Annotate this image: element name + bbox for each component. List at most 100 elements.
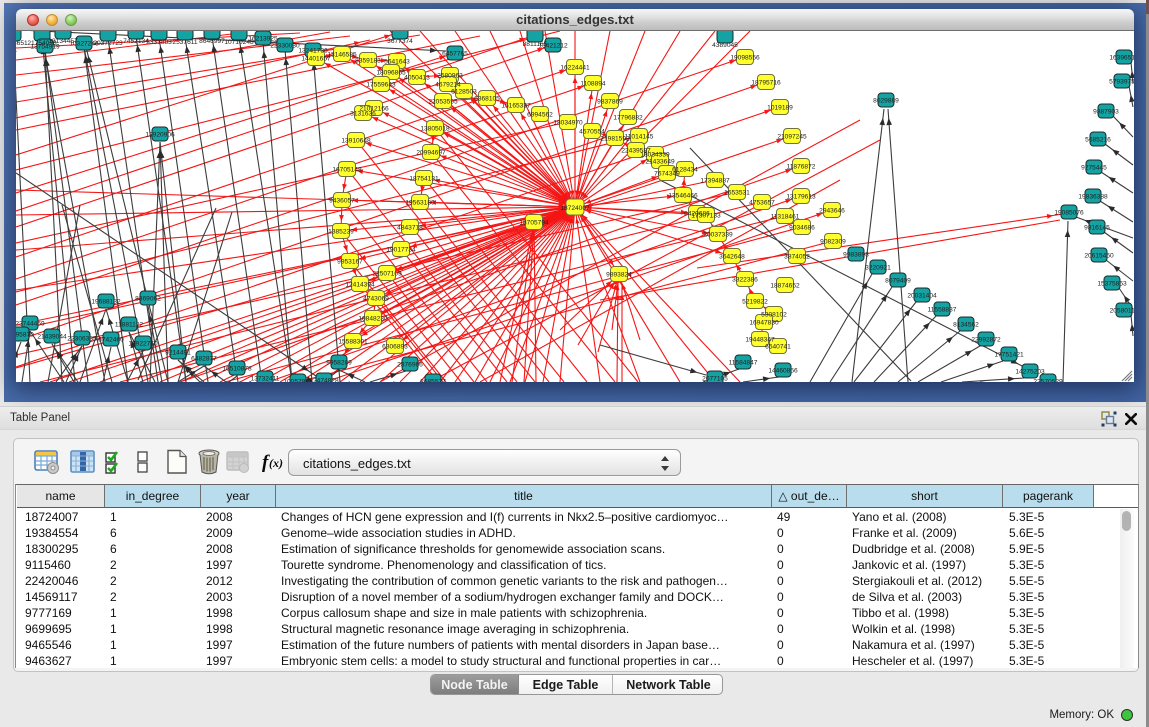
svg-text:4843718: 4843718 bbox=[397, 225, 423, 232]
svg-text:4743069: 4743069 bbox=[363, 296, 389, 303]
svg-text:3677374: 3677374 bbox=[387, 38, 413, 45]
svg-text:6540741: 6540741 bbox=[765, 344, 791, 351]
svg-text:9887903: 9887903 bbox=[1093, 109, 1119, 116]
svg-text:18705794: 18705794 bbox=[519, 220, 549, 227]
svg-text:13146585: 13146585 bbox=[327, 52, 357, 59]
svg-text:8134562: 8134562 bbox=[953, 322, 979, 329]
svg-text:18034970: 18034970 bbox=[553, 120, 583, 127]
svg-text:6457765: 6457765 bbox=[442, 51, 468, 58]
svg-text:15375853: 15375853 bbox=[1097, 281, 1127, 288]
svg-text:10327246: 10327246 bbox=[69, 41, 99, 48]
svg-text:11318461: 11318461 bbox=[771, 214, 800, 221]
svg-text:21439044: 21439044 bbox=[37, 334, 67, 341]
svg-text:16213925: 16213925 bbox=[248, 36, 278, 43]
svg-text:16396513: 16396513 bbox=[1109, 55, 1134, 62]
svg-text:19017734: 19017734 bbox=[386, 247, 416, 254]
svg-text:4679214: 4679214 bbox=[435, 82, 461, 89]
svg-text:22744459: 22744459 bbox=[16, 321, 45, 328]
svg-text:22330030: 22330030 bbox=[270, 43, 300, 50]
svg-text:13546466: 13546466 bbox=[668, 193, 698, 200]
svg-text:6482877: 6482877 bbox=[191, 356, 217, 363]
svg-text:20580115: 20580115 bbox=[1110, 308, 1134, 315]
svg-text:8646997: 8646997 bbox=[199, 38, 225, 45]
svg-text:2876966: 2876966 bbox=[397, 362, 423, 369]
svg-text:5308102: 5308102 bbox=[761, 312, 787, 319]
svg-text:13805018: 13805018 bbox=[420, 126, 450, 133]
svg-text:3220921: 3220921 bbox=[865, 265, 891, 272]
svg-text:18096865: 18096865 bbox=[376, 70, 406, 77]
svg-text:2077105: 2077105 bbox=[702, 376, 728, 383]
svg-text:6306893: 6306893 bbox=[382, 344, 408, 351]
svg-text:4389045: 4389045 bbox=[712, 42, 738, 49]
svg-text:21433649: 21433649 bbox=[645, 159, 675, 166]
svg-text:3395870: 3395870 bbox=[16, 332, 34, 339]
svg-text:22093651: 22093651 bbox=[16, 40, 28, 47]
svg-text:14275203: 14275203 bbox=[1015, 369, 1045, 376]
svg-text:22053595: 22053595 bbox=[428, 99, 458, 106]
svg-text:1019189: 1019189 bbox=[767, 105, 793, 112]
svg-text:17559643: 17559643 bbox=[366, 82, 396, 89]
svg-text:22992872: 22992872 bbox=[971, 337, 1001, 344]
svg-text:14460856: 14460856 bbox=[768, 368, 798, 375]
svg-text:3131636: 3131636 bbox=[350, 111, 376, 118]
svg-text:20615450: 20615450 bbox=[1084, 253, 1114, 260]
svg-text:17394887: 17394887 bbox=[700, 178, 730, 185]
svg-text:2537611: 2537611 bbox=[172, 39, 198, 46]
svg-text:18922760: 18922760 bbox=[128, 341, 158, 348]
svg-text:19085076: 19085076 bbox=[1054, 210, 1084, 217]
svg-text:22570529: 22570529 bbox=[1033, 379, 1063, 383]
svg-text:9983893: 9983893 bbox=[843, 252, 869, 259]
svg-text:4570554: 4570554 bbox=[579, 129, 605, 136]
svg-text:8079409: 8079409 bbox=[885, 278, 911, 285]
svg-text:2943646: 2943646 bbox=[819, 208, 845, 215]
svg-text:6368105: 6368105 bbox=[474, 96, 500, 103]
svg-text:11876872: 11876872 bbox=[787, 164, 816, 171]
svg-text:16705148: 16705148 bbox=[332, 167, 362, 174]
svg-text:19098556: 19098556 bbox=[730, 55, 760, 62]
svg-text:8029889: 8029889 bbox=[873, 98, 899, 105]
svg-text:21097245: 21097245 bbox=[777, 134, 807, 141]
svg-text:4050413: 4050413 bbox=[404, 75, 430, 82]
svg-text:3642648: 3642648 bbox=[719, 254, 745, 261]
svg-text:11014145: 11014145 bbox=[625, 134, 654, 141]
svg-text:2580963: 2580963 bbox=[437, 73, 463, 80]
svg-text:3333883: 3333883 bbox=[146, 39, 172, 46]
svg-text:9893824: 9893824 bbox=[606, 272, 632, 279]
svg-text:22474828: 22474828 bbox=[309, 378, 339, 383]
svg-text:22507109: 22507109 bbox=[372, 271, 402, 278]
svg-text:19688132: 19688132 bbox=[91, 299, 121, 306]
svg-text:13754919: 13754919 bbox=[30, 44, 60, 51]
svg-text:5685216: 5685216 bbox=[1085, 137, 1111, 144]
svg-text:13241736: 13241736 bbox=[298, 48, 328, 55]
svg-text:6742460: 6742460 bbox=[98, 337, 124, 344]
svg-text:18754131: 18754131 bbox=[409, 176, 439, 183]
svg-text:5219822: 5219822 bbox=[742, 299, 768, 306]
svg-text:9958289: 9958289 bbox=[326, 360, 352, 367]
svg-text:18795716: 18795716 bbox=[751, 80, 781, 87]
svg-text:9275445: 9275445 bbox=[1081, 165, 1107, 172]
svg-text:12414394: 12414394 bbox=[345, 282, 375, 289]
svg-text:19448347: 19448347 bbox=[745, 337, 775, 344]
svg-text:20994697: 20994697 bbox=[416, 150, 446, 157]
svg-text:11584847: 11584847 bbox=[729, 360, 758, 367]
svg-text:3322386: 3322386 bbox=[732, 277, 758, 284]
svg-text:20031404: 20031404 bbox=[907, 293, 937, 300]
svg-text:9837869: 9837869 bbox=[597, 99, 623, 106]
svg-text:11558837: 11558837 bbox=[928, 307, 957, 314]
svg-text:18724007: 18724007 bbox=[560, 205, 590, 212]
svg-text:9953167: 9953167 bbox=[337, 259, 363, 266]
svg-text:22306335: 22306335 bbox=[67, 336, 97, 343]
svg-text:6128434: 6128434 bbox=[672, 167, 698, 174]
svg-text:16224441: 16224441 bbox=[560, 65, 590, 72]
svg-text:5793975: 5793975 bbox=[1109, 79, 1134, 86]
svg-text:16947830: 16947830 bbox=[749, 320, 779, 327]
svg-text:1108894: 1108894 bbox=[580, 81, 606, 88]
svg-text:13421212: 13421212 bbox=[538, 43, 568, 50]
svg-text:9436057: 9436057 bbox=[329, 198, 355, 205]
svg-text:9816145: 9816145 bbox=[1084, 225, 1110, 232]
svg-text:17751421: 17751421 bbox=[994, 352, 1024, 359]
svg-text:18874652: 18874652 bbox=[770, 283, 800, 290]
svg-text:5641643: 5641643 bbox=[384, 59, 410, 66]
svg-text:1385239: 1385239 bbox=[328, 229, 354, 236]
svg-text:9082309: 9082309 bbox=[820, 239, 846, 246]
